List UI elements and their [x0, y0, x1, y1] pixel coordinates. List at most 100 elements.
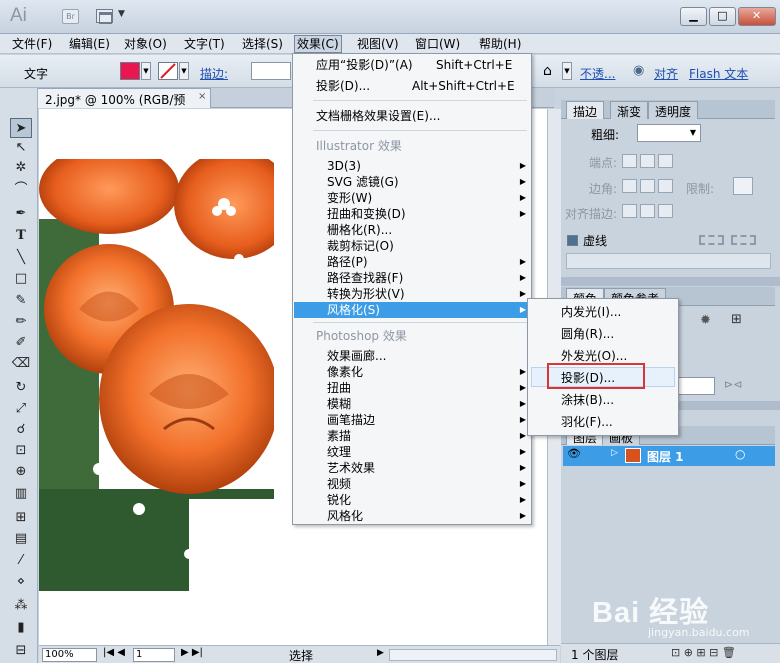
menu-item-crop-marks[interactable]: 裁剪标记(O) [294, 238, 530, 254]
close-button[interactable]: ✕ [737, 7, 776, 26]
new-swatch-icon[interactable]: ⊞ [731, 312, 742, 327]
round-cap-button[interactable] [640, 154, 655, 168]
target-circle-icon[interactable]: ○ [735, 447, 745, 461]
stroke-swatch[interactable] [158, 62, 178, 80]
menu-type[interactable]: 文字(T) [182, 36, 227, 52]
menu-item-distort-transform[interactable]: 扭曲和变换(D) ▶ [294, 206, 530, 222]
status-menu-arrow[interactable]: ▶ [377, 648, 384, 658]
menu-item-sharpen[interactable]: 锐化 ▶ [294, 492, 530, 508]
minimize-button[interactable]: ▁ [680, 7, 707, 26]
horizontal-scrollbar[interactable] [389, 649, 557, 661]
dashed-checkbox[interactable] [567, 235, 578, 246]
lasso-tool[interactable]: ⌒ [10, 180, 32, 200]
menu-item-svg-filter[interactable]: SVG 滤镜(G) ▶ [294, 174, 530, 190]
menu-item-3d[interactable]: 3D(3) ▶ [294, 158, 530, 174]
eraser-tool[interactable]: ⌫ [10, 354, 32, 374]
type-tool[interactable]: T [10, 226, 32, 246]
tab-transparency[interactable]: 透明度 [648, 101, 699, 119]
rotate-tool[interactable]: ↻ [10, 378, 32, 398]
paintbrush-tool[interactable]: ✎ [10, 291, 32, 311]
align-center-button[interactable] [622, 204, 637, 218]
pencil-tool[interactable]: ✏ [10, 312, 32, 332]
square-cap-button[interactable] [658, 154, 673, 168]
menu-item-effect-gallery[interactable]: 效果画廊... [294, 348, 530, 364]
menu-select[interactable]: 选择(S) [240, 36, 285, 52]
menu-item-round-corners[interactable]: 圆角(R)... [561, 326, 614, 342]
dash-align-icon[interactable] [731, 235, 756, 245]
style-icon[interactable]: ⌂ [543, 63, 552, 79]
tab-gradient[interactable]: 渐变 [610, 101, 649, 119]
bevel-join-button[interactable] [658, 179, 673, 193]
swatch-libraries-icon[interactable]: ✹ [700, 313, 711, 328]
next-artboard-icon[interactable]: ▶ ▶| [181, 647, 203, 658]
zoom-field[interactable]: 100% [42, 648, 97, 662]
limit-input[interactable] [733, 177, 753, 195]
menu-item-path[interactable]: 路径(P) ▶ [294, 254, 530, 270]
layer-name[interactable]: 图层 1 [647, 448, 684, 465]
artboard-number-field[interactable]: 1 [133, 648, 175, 662]
maximize-button[interactable]: □ [708, 7, 736, 26]
rose-photo[interactable] [39, 159, 274, 591]
menu-item-brush-strokes[interactable]: 画笔描边 ▶ [294, 412, 530, 428]
stroke-weight-input[interactable] [251, 62, 291, 80]
menu-object[interactable]: 对象(O) [122, 36, 169, 52]
prev-artboard-icon[interactable]: |◀ ◀ [103, 647, 125, 658]
menu-item-rasterize[interactable]: 栅格化(R)... [294, 222, 530, 238]
gradient-tool[interactable]: ▤ [10, 529, 32, 549]
menu-edit[interactable]: 编辑(E) [67, 36, 112, 52]
line-tool[interactable]: ╲ [10, 248, 32, 268]
eyedropper-tool[interactable]: ⁄ [10, 551, 32, 571]
recolor-icon[interactable]: ◉ [633, 63, 644, 78]
close-tab-icon[interactable]: × [198, 91, 206, 102]
scale-tool[interactable]: ⤢ [10, 399, 32, 419]
color-value-input[interactable] [677, 377, 715, 395]
align-outside-button[interactable] [658, 204, 673, 218]
dash-preserve-icon[interactable] [699, 235, 724, 245]
menu-item-blur[interactable]: 模糊 ▶ [294, 396, 530, 412]
menu-item-artistic[interactable]: 艺术效果 ▶ [294, 460, 530, 476]
menu-item-ps-stylize[interactable]: 风格化 ▶ [294, 508, 530, 524]
column-graph-tool[interactable]: ▮ [10, 618, 32, 638]
dash-gap-fields[interactable] [566, 253, 771, 269]
selection-tool[interactable]: ➤ [10, 118, 32, 138]
menu-file[interactable]: 文件(F) [10, 36, 54, 52]
artboard-tool[interactable]: ⊟ [10, 641, 32, 661]
symbol-sprayer-tool[interactable]: ⁂ [10, 596, 32, 616]
style-dropdown[interactable]: ▼ [562, 62, 572, 80]
free-transform-tool[interactable]: ⊡ [10, 441, 32, 461]
round-join-button[interactable] [640, 179, 655, 193]
blend-tool[interactable]: ⋄ [10, 572, 32, 592]
opacity-link[interactable]: 不透... [580, 65, 615, 82]
rectangle-tool[interactable]: □ [10, 269, 32, 289]
menu-item-warp[interactable]: 变形(W) ▶ [294, 190, 530, 206]
menu-item-video[interactable]: 视频 ▶ [294, 476, 530, 492]
raster-settings-item[interactable]: 文档栅格效果设置(E)... [316, 108, 440, 124]
last-effect-item[interactable]: 投影(D)... Alt+Shift+Ctrl+E [294, 78, 530, 94]
apply-last-effect-item[interactable]: 应用“投影(D)”(A) Shift+Ctrl+E [294, 57, 530, 73]
menu-item-pixelate[interactable]: 像素化 ▶ [294, 364, 530, 380]
tab-stroke[interactable]: 描边 [566, 101, 605, 119]
fill-swatch[interactable] [120, 62, 140, 80]
menu-item-pathfinder[interactable]: 路径查找器(F) ▶ [294, 270, 530, 286]
align-link[interactable]: 对齐 [654, 65, 678, 82]
expand-layer-icon[interactable]: ▷ [611, 448, 618, 458]
menu-item-distort[interactable]: 扭曲 ▶ [294, 380, 530, 396]
warp-tool[interactable]: ☌ [10, 420, 32, 440]
menu-item-inner-glow[interactable]: 内发光(I)... [561, 304, 621, 320]
stroke-dropdown[interactable]: ▼ [179, 62, 189, 80]
direct-selection-tool[interactable]: ↖ [10, 138, 32, 158]
menu-item-stylize[interactable]: 风格化(S) ▶ [294, 302, 530, 318]
layer-row[interactable]: 👁 ▷ 图层 1 ○ [563, 446, 775, 466]
graph-tool[interactable]: ▥ [10, 484, 32, 504]
fill-dropdown[interactable]: ▼ [141, 62, 151, 80]
menu-item-outer-glow[interactable]: 外发光(O)... [561, 348, 627, 364]
align-inside-button[interactable] [640, 204, 655, 218]
menu-help[interactable]: 帮助(H) [477, 36, 523, 52]
weight-select[interactable]: ▼ [637, 124, 701, 142]
magic-wand-tool[interactable]: ✲ [10, 158, 32, 178]
menu-window[interactable]: 窗口(W) [413, 36, 462, 52]
mesh-tool[interactable]: ⊞ [10, 508, 32, 528]
layer-actions-icons[interactable]: ⊡ ⊕ ⊞ ⊟ 🗑 [671, 646, 736, 659]
bridge-icon[interactable]: Br [62, 9, 79, 24]
menu-item-feather[interactable]: 羽化(F)... [561, 414, 613, 430]
